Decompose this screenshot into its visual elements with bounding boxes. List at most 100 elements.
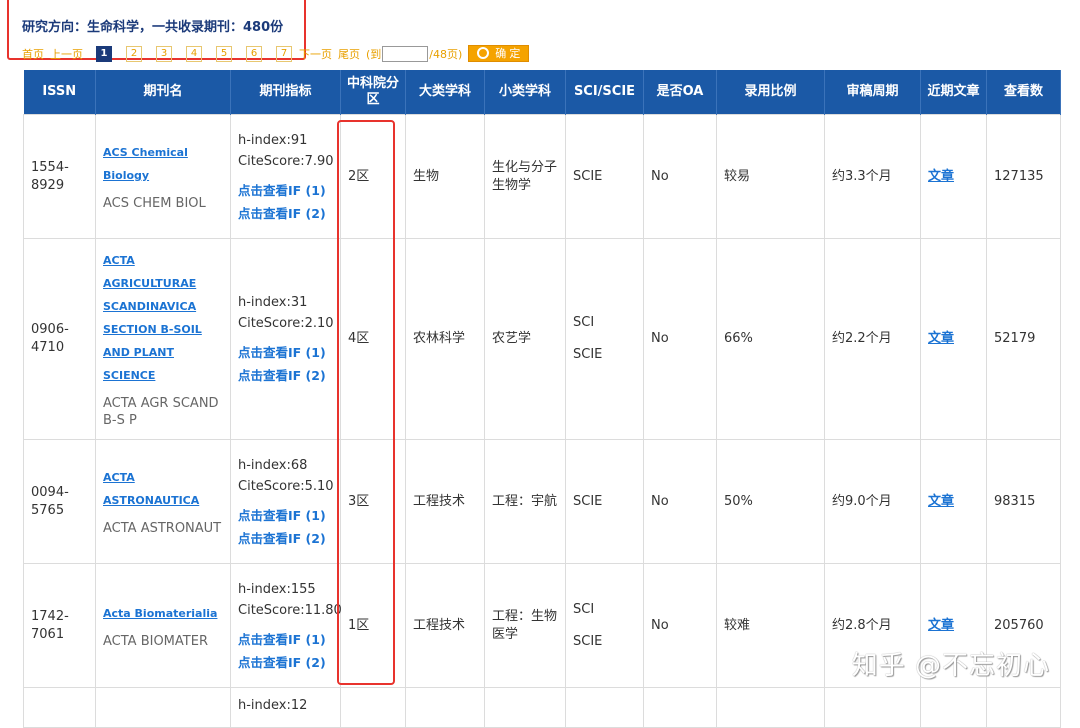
major-subject-cell: 工程技术 <box>405 563 485 688</box>
metrics-cell: h-index:91 CiteScore:7.90 点击查看IF (1) 点击查… <box>230 114 341 239</box>
table-header-row: ISSN 期刊名 期刊指标 中科院分区 大类学科 小类学科 SCI/SCIE 是… <box>23 70 1061 115</box>
view-if-link-1[interactable]: 点击查看IF (1) <box>238 628 333 651</box>
sci-cell: SCIE <box>565 439 644 564</box>
oa-cell: No <box>643 114 717 239</box>
journal-name-cell <box>95 687 231 728</box>
journal-abbreviation: ACTA BIOMATER <box>103 633 208 649</box>
col-header-oa: 是否OA <box>643 70 717 115</box>
views-cell <box>986 687 1061 728</box>
sci-value: SCI <box>573 315 595 330</box>
journal-link[interactable]: ACS Chemical <box>103 141 223 164</box>
review-cycle-cell <box>824 687 921 728</box>
oa-cell <box>643 687 717 728</box>
issn-cell: 1554-8929 <box>23 114 96 239</box>
minor-subject-cell: 生化与分子生物学 <box>484 114 566 239</box>
confirm-button[interactable]: 确 定 <box>468 45 530 62</box>
acceptance-cell: 较易 <box>716 114 825 239</box>
recent-articles-cell: 文章 <box>920 439 987 564</box>
views-cell: 127135 <box>986 114 1061 239</box>
h-index: h-index:155 <box>238 581 316 597</box>
journal-link[interactable]: ACTA <box>103 466 223 489</box>
page-3-link[interactable]: 3 <box>156 45 172 62</box>
view-if-link-2[interactable]: 点击查看IF (2) <box>238 202 333 225</box>
major-subject-cell: 工程技术 <box>405 439 485 564</box>
goto-page-input[interactable] <box>382 45 429 62</box>
journal-abbreviation: ACS CHEM BIOL <box>103 196 206 211</box>
sci-value: SCIE <box>573 633 603 649</box>
journal-link[interactable]: SECTION B-SOIL <box>103 318 223 341</box>
sci-cell <box>565 687 644 728</box>
prev-page-link[interactable]: 上一页 <box>50 46 83 62</box>
zone-cell: 1区 <box>340 563 406 688</box>
article-link[interactable]: 文章 <box>928 169 954 184</box>
journal-link[interactable]: SCIENCE <box>103 364 223 387</box>
view-if-link-2[interactable]: 点击查看IF (2) <box>238 364 333 387</box>
issn-cell: 0906-4710 <box>23 238 96 440</box>
col-header-major-subject: 大类学科 <box>405 70 485 115</box>
issn-cell: 0094-5765 <box>23 439 96 564</box>
page-5-link[interactable]: 5 <box>216 45 232 62</box>
journal-name-cell: ACS Chemical Biology ACS CHEM BIOL <box>95 114 231 239</box>
journal-link[interactable]: Biology <box>103 164 223 187</box>
page-6-link[interactable]: 6 <box>246 45 262 62</box>
recent-articles-cell <box>920 687 987 728</box>
article-link[interactable]: 文章 <box>928 331 954 346</box>
review-cycle-cell: 约2.2个月 <box>824 238 921 440</box>
goto-suffix: /48页) <box>429 47 463 61</box>
acceptance-cell <box>716 687 825 728</box>
pagination: 首页 上一页 1 2 3 4 5 6 7 下一页 尾页 (到 /48页) 确 定 <box>22 44 530 63</box>
minor-subject-cell: 工程：生物医学 <box>484 563 566 688</box>
acceptance-cell: 较难 <box>716 563 825 688</box>
next-page-link[interactable]: 下一页 <box>299 46 332 62</box>
major-subject-cell: 农林科学 <box>405 238 485 440</box>
view-if-link-1[interactable]: 点击查看IF (1) <box>238 504 333 527</box>
page-2-link[interactable]: 2 <box>126 45 142 62</box>
last-page-link[interactable]: 尾页 <box>338 46 360 62</box>
col-header-minor-subject: 小类学科 <box>484 70 566 115</box>
col-header-cas-zone: 中科院分区 <box>340 70 406 115</box>
view-if-link-1[interactable]: 点击查看IF (1) <box>238 179 333 202</box>
citescore: CiteScore:11.80 <box>238 602 342 618</box>
journal-link[interactable]: AGRICULTURAE <box>103 272 223 295</box>
citescore: CiteScore:5.10 <box>238 478 334 494</box>
confirm-label: 确 定 <box>495 48 521 60</box>
article-link[interactable]: 文章 <box>928 618 954 633</box>
page-4-link[interactable]: 4 <box>186 45 202 62</box>
metrics-cell: h-index:12 <box>230 687 341 728</box>
first-page-link[interactable]: 首页 <box>22 46 44 62</box>
journal-link[interactable]: Acta Biomaterialia <box>103 602 223 625</box>
metrics-cell: h-index:155 CiteScore:11.80 点击查看IF (1) 点… <box>230 563 342 688</box>
issn-cell: 1742-7061 <box>23 563 96 688</box>
col-header-review-cycle: 审稿周期 <box>824 70 921 115</box>
citescore: CiteScore:2.10 <box>238 316 334 331</box>
recent-articles-cell: 文章 <box>920 114 987 239</box>
journal-name-cell: ACTA ASTRONAUTICA ACTA ASTRONAUT <box>95 439 231 564</box>
oa-cell: No <box>643 439 717 564</box>
table-row: h-index:12 <box>23 687 1061 728</box>
col-header-acceptance: 录用比例 <box>716 70 825 115</box>
sci-value: SCI <box>573 601 595 617</box>
page-1-link[interactable]: 1 <box>96 45 112 62</box>
journal-link[interactable]: ACTA <box>103 249 223 272</box>
zone-cell: 2区 <box>340 114 406 239</box>
table-row: 1554-8929 ACS Chemical Biology ACS CHEM … <box>23 114 1061 239</box>
journal-name-cell: ACTA AGRICULTURAE SCANDINAVICA SECTION B… <box>95 238 231 440</box>
views-cell: 52179 <box>986 238 1061 440</box>
view-if-link-2[interactable]: 点击查看IF (2) <box>238 527 333 550</box>
view-if-link-2[interactable]: 点击查看IF (2) <box>238 651 333 674</box>
major-subject-cell: 生物 <box>405 114 485 239</box>
table-row: 0906-4710 ACTA AGRICULTURAE SCANDINAVICA… <box>23 238 1061 440</box>
journal-link[interactable]: SCANDINAVICA <box>103 295 223 318</box>
zone-cell <box>340 687 406 728</box>
metrics-cell: h-index:68 CiteScore:5.10 点击查看IF (1) 点击查… <box>230 439 341 564</box>
journal-link[interactable]: ASTRONAUTICA <box>103 489 223 512</box>
journal-link[interactable]: AND PLANT <box>103 341 223 364</box>
h-index: h-index:68 <box>238 457 308 473</box>
review-cycle-cell: 约3.3个月 <box>824 114 921 239</box>
page-7-link[interactable]: 7 <box>276 45 292 62</box>
article-link[interactable]: 文章 <box>928 494 954 509</box>
citescore: CiteScore:7.90 <box>238 153 334 169</box>
col-header-issn: ISSN <box>23 70 96 115</box>
h-index: h-index:91 <box>238 132 308 148</box>
view-if-link-1[interactable]: 点击查看IF (1) <box>238 341 333 364</box>
